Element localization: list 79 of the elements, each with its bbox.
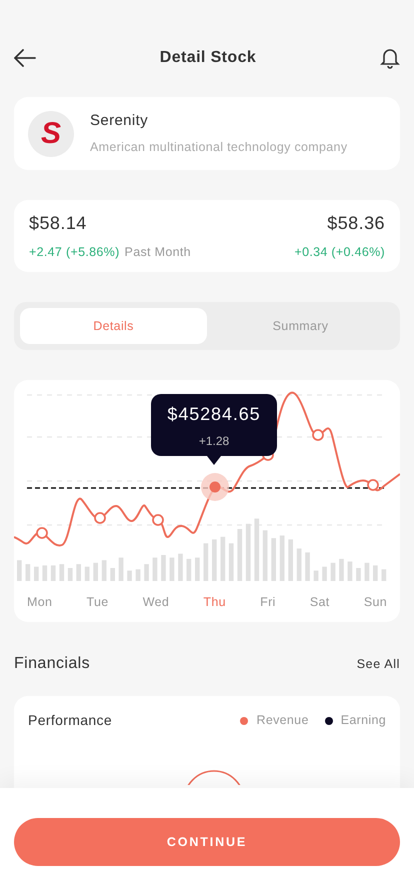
- volume-bar: [110, 568, 115, 581]
- day-label[interactable]: Mon: [27, 593, 52, 612]
- tab[interactable]: Details: [20, 308, 207, 344]
- volume-bar: [254, 518, 260, 581]
- volume-bar: [50, 565, 56, 581]
- volume-bar: [348, 562, 352, 581]
- volume-bar: [305, 552, 310, 581]
- price-value: $58.14: [29, 212, 88, 236]
- legend-label: Earning: [340, 712, 386, 730]
- volume-bar: [364, 562, 370, 581]
- volume-bar: [204, 543, 208, 581]
- volume-bar: [84, 566, 90, 581]
- volume-bar: [330, 562, 336, 581]
- volume-bar: [178, 554, 183, 581]
- legend-label: Revenue: [256, 712, 309, 730]
- day-label[interactable]: Sat: [310, 593, 330, 612]
- volume-bar: [17, 560, 22, 581]
- volume-bar: [152, 558, 158, 581]
- page-title: Detail Stock: [160, 48, 256, 68]
- see-all-link[interactable]: See All: [356, 654, 400, 674]
- data-point: [94, 512, 106, 524]
- back-icon[interactable]: [14, 49, 36, 67]
- volume-bar: [93, 562, 98, 581]
- volume-bar: [102, 560, 106, 581]
- volume-bar: [186, 558, 192, 581]
- selected-point[interactable]: [201, 473, 229, 501]
- tab[interactable]: Summary: [207, 308, 394, 344]
- company-logo: S: [28, 110, 74, 156]
- day-label[interactable]: Sun: [364, 593, 387, 612]
- volume-bar: [288, 539, 293, 581]
- volume-bar: [161, 555, 166, 581]
- company-name: Serenity: [90, 111, 150, 132]
- data-point: [36, 527, 48, 539]
- volume-bar: [136, 569, 140, 581]
- bell-icon[interactable]: [380, 47, 400, 69]
- volume-bar: [170, 558, 174, 581]
- volume-bar: [296, 548, 302, 581]
- volume-bar: [237, 529, 242, 581]
- card-title: Performance: [28, 711, 112, 730]
- volume-bar: [127, 570, 132, 581]
- volume-bar: [220, 536, 226, 581]
- gauge-drawing: [187, 769, 241, 785]
- price-value: $58.36: [327, 212, 385, 236]
- volume-bar: [59, 564, 64, 581]
- volume-bar: [212, 539, 217, 581]
- volume-bar: [195, 558, 200, 581]
- volume-bar: [373, 565, 378, 581]
- volume-bar: [42, 565, 48, 581]
- volume-bar: [339, 558, 344, 581]
- volume-bar: [280, 536, 284, 581]
- volume-bar: [76, 564, 81, 581]
- data-point: [152, 514, 164, 526]
- volume-bar: [26, 564, 30, 581]
- price-change: +2.47 (+5.86%): [29, 244, 120, 262]
- price-change: +0.34 (+0.46%): [294, 244, 385, 262]
- volume-bar: [314, 570, 318, 581]
- volume-bar: [271, 538, 276, 581]
- company-description: American multinational technology company: [90, 138, 348, 156]
- day-label[interactable]: Fri: [260, 593, 276, 612]
- tooltip-value: $45284.65: [167, 402, 261, 426]
- volume-bar: [68, 568, 73, 581]
- data-point: [312, 429, 324, 441]
- volume-bar: [322, 566, 327, 581]
- volume-bar: [382, 569, 386, 581]
- day-label[interactable]: Wed: [142, 593, 170, 612]
- volume-bar: [262, 530, 268, 581]
- section-title: Financials: [14, 654, 90, 674]
- tooltip-change: +1.28: [198, 432, 230, 450]
- day-label[interactable]: Thu: [203, 593, 226, 612]
- volume-bar: [228, 543, 234, 581]
- volume-bar: [34, 566, 39, 581]
- volume-bar: [356, 568, 361, 581]
- volume-bar: [246, 524, 251, 581]
- volume-bar: [118, 558, 124, 581]
- period-label: Past Month: [124, 244, 191, 262]
- volume-bar: [144, 564, 149, 581]
- continue-button[interactable]: CONTINUE: [14, 818, 400, 866]
- data-point: [367, 479, 379, 491]
- day-label[interactable]: Tue: [86, 593, 109, 612]
